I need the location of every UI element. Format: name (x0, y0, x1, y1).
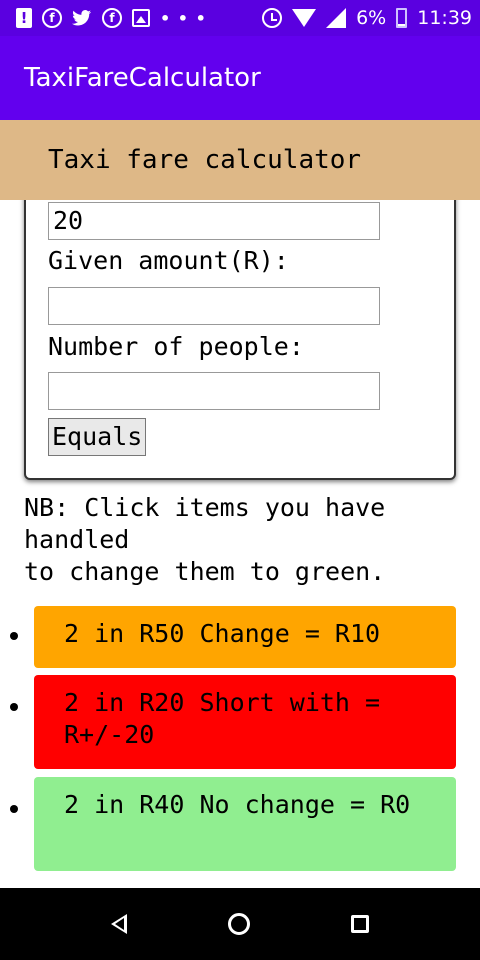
battery-percent: 6% (356, 7, 387, 29)
header-band: Taxi fare calculator (0, 120, 480, 200)
more-dots-icon: • • • (160, 8, 207, 28)
fare-item-green[interactable]: 2 in R40 No change = R0 (34, 777, 456, 871)
app-bar: TaxiFareCalculator (0, 36, 480, 120)
signal-icon (326, 8, 347, 28)
fare-item-red[interactable]: 2 in R20 Short with = R+/-20 (34, 675, 456, 769)
status-right: 6% 11:39 (262, 7, 472, 29)
scroll-content[interactable]: Taxi fare calculator 20 Given amount(R):… (0, 120, 480, 888)
navigation-bar (0, 888, 480, 960)
status-left: ! f f • • • (16, 8, 207, 28)
twitter-icon (72, 8, 92, 28)
image-icon (132, 9, 150, 27)
bullet (10, 805, 18, 813)
fare-input[interactable]: 20 (48, 202, 380, 240)
people-label: Number of people: (48, 332, 304, 361)
equals-button[interactable]: Equals (48, 418, 147, 456)
bullet (10, 703, 18, 711)
note-text: NB: Click items you have handled to chan… (24, 493, 386, 586)
alarm-icon (262, 8, 283, 28)
facebook-icon: f (42, 8, 62, 28)
alert-icon: ! (16, 8, 32, 28)
facebook-icon: f (102, 8, 122, 28)
fare-item-orange[interactable]: 2 in R50 Change = R10 (34, 606, 456, 668)
given-amount-input[interactable] (48, 287, 380, 325)
people-input[interactable] (48, 372, 380, 410)
back-icon[interactable] (110, 914, 127, 934)
recents-icon[interactable] (351, 915, 370, 933)
fare-form-card: 20 Given amount(R): Number of people: Eq… (24, 170, 456, 480)
page-title: Taxi fare calculator (48, 145, 362, 175)
clock: 11:39 (417, 7, 472, 29)
home-icon[interactable] (227, 913, 250, 935)
given-amount-label: Given amount(R): (48, 246, 289, 275)
wifi-icon (292, 9, 317, 27)
app-title: TaxiFareCalculator (24, 63, 261, 93)
bullet (10, 632, 18, 640)
battery-icon (396, 8, 408, 28)
status-bar: ! f f • • • 6% 11:39 (0, 0, 480, 36)
